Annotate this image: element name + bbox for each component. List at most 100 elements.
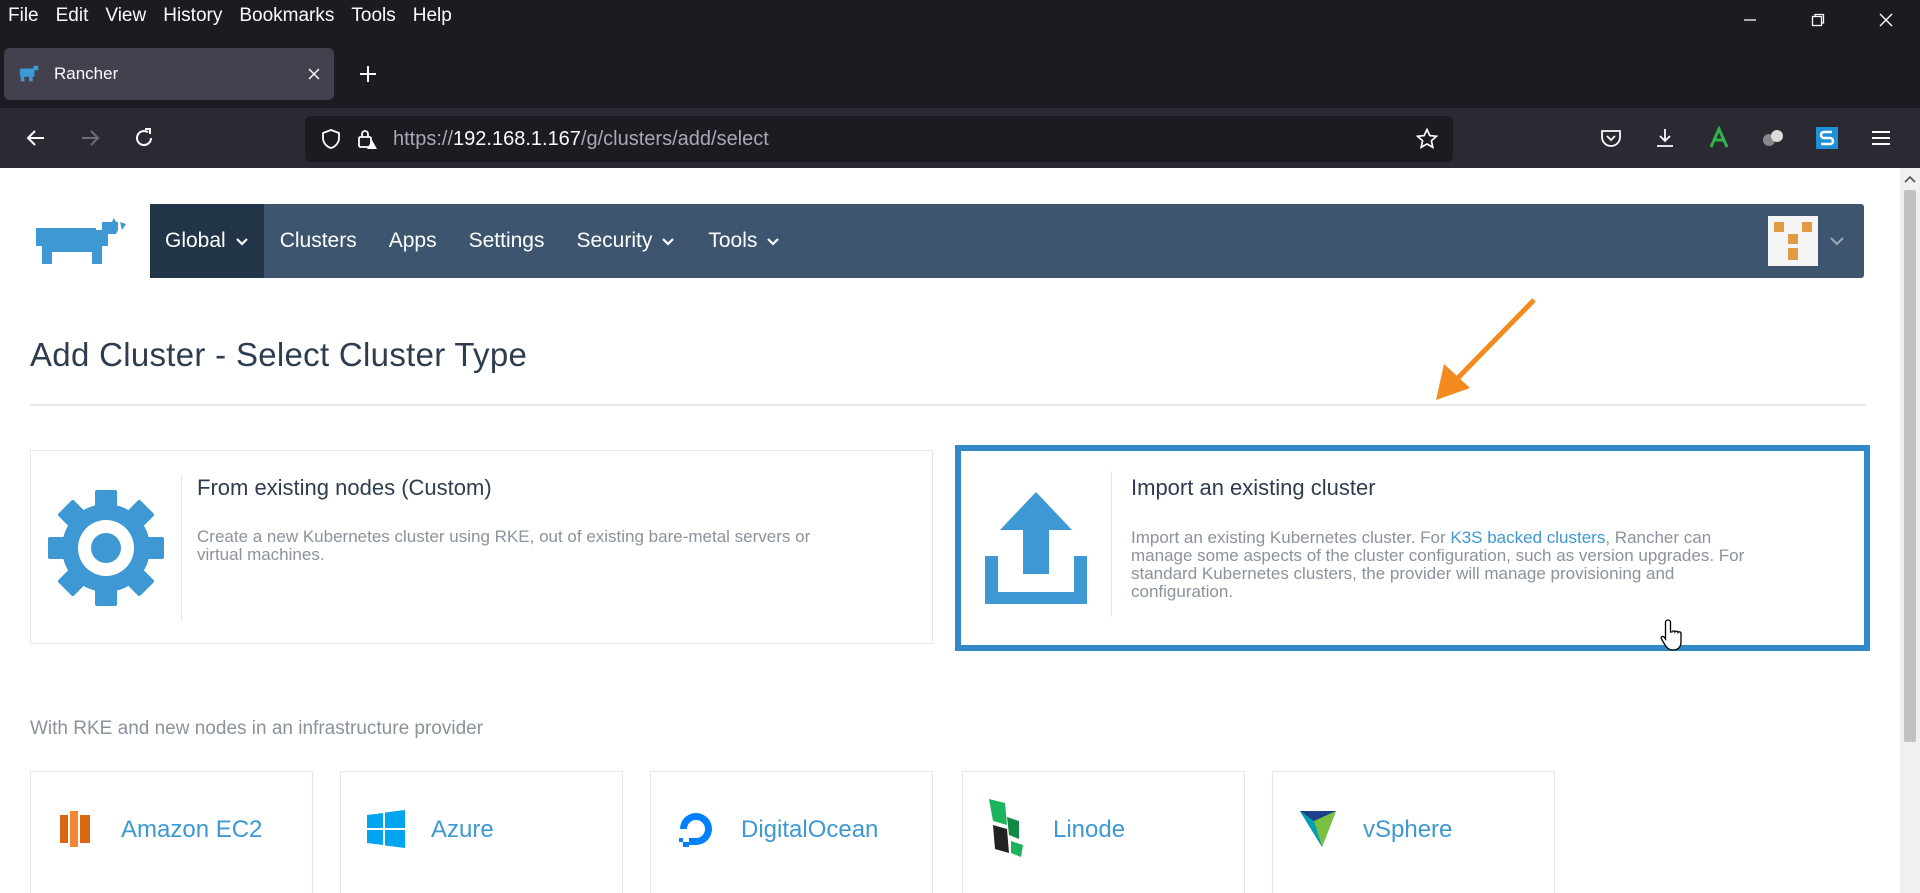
menu-help[interactable]: Help — [405, 0, 461, 32]
menu-history[interactable]: History — [155, 0, 231, 32]
nav-global-label: Global — [165, 229, 226, 252]
page-title: Add Cluster - Select Cluster Type — [30, 336, 528, 373]
menu-bookmarks[interactable]: Bookmarks — [231, 0, 343, 32]
windows-azure-icon — [361, 804, 411, 854]
provider-digitalocean[interactable]: DigitalOcean — [650, 771, 933, 893]
nav-apps[interactable]: Apps — [373, 204, 453, 278]
minimize-icon — [1744, 19, 1756, 21]
import-card-title: Import an existing cluster — [1131, 475, 1376, 500]
nav-global[interactable]: Global — [150, 204, 264, 278]
provider-vsphere[interactable]: vSphere — [1272, 771, 1555, 893]
menu-tools[interactable]: Tools — [343, 0, 404, 32]
extension-balls-button[interactable] — [1746, 118, 1800, 158]
linode-icon — [983, 799, 1033, 857]
reload-button[interactable] — [124, 118, 164, 158]
amazon-ec2-icon — [51, 804, 101, 854]
tab-bar: Rancher — [0, 32, 1920, 108]
custom-card-title: From existing nodes (Custom) — [197, 475, 492, 500]
green-a-extension-icon — [1709, 126, 1729, 148]
hand-cursor-icon — [1660, 619, 1682, 651]
forward-button[interactable] — [70, 118, 110, 158]
nav-settings[interactable]: Settings — [453, 204, 561, 278]
reload-icon — [136, 128, 153, 147]
chevron-down-icon — [662, 238, 675, 246]
toolbar-right — [1584, 118, 1908, 158]
nav-clusters[interactable]: Clusters — [264, 204, 373, 278]
nav-tools-label: Tools — [708, 229, 758, 252]
menu-view[interactable]: View — [97, 0, 155, 32]
tab-rancher[interactable]: Rancher — [4, 48, 334, 100]
url-text: https://192.168.1.167/g/clusters/add/sel… — [393, 127, 769, 150]
chevron-up-icon — [1904, 175, 1916, 183]
arrow-right-icon — [82, 130, 100, 146]
downloads-button[interactable] — [1638, 118, 1692, 158]
main-nav: Global Clusters Apps Settings Security T… — [150, 204, 1864, 278]
title-divider — [30, 404, 1866, 406]
extension-s-button[interactable] — [1800, 118, 1854, 158]
tab-close-button[interactable] — [294, 54, 334, 94]
nav-clusters-label: Clusters — [279, 229, 357, 252]
bookmark-star-icon[interactable] — [1409, 121, 1445, 157]
custom-nodes-card[interactable]: From existing nodes (Custom) Create a ne… — [30, 450, 933, 644]
provider-linode[interactable]: Linode — [962, 771, 1245, 893]
provider-amazon-ec2[interactable]: Amazon EC2 — [30, 771, 313, 893]
url-bar[interactable]: https://192.168.1.167/g/clusters/add/sel… — [305, 116, 1453, 162]
nav-security-label: Security — [576, 229, 653, 252]
digitalocean-label: DigitalOcean — [741, 816, 879, 843]
import-card-description: Import an existing Kubernetes cluster. F… — [1131, 528, 1745, 601]
vsphere-label: vSphere — [1363, 816, 1453, 843]
lock-warning-icon[interactable] — [349, 121, 385, 157]
shield-icon[interactable] — [313, 121, 349, 157]
user-menu[interactable] — [1768, 216, 1846, 266]
card-separator — [181, 475, 182, 621]
scroll-up-button[interactable] — [1900, 170, 1920, 188]
azure-label: Azure — [431, 816, 494, 843]
nav-settings-label: Settings — [468, 229, 545, 252]
digitalocean-icon — [671, 804, 721, 854]
browser-menubar: File Edit View History Bookmarks Tools H… — [0, 0, 1920, 32]
chevron-down-icon — [767, 238, 780, 246]
close-icon — [1879, 13, 1893, 27]
menu-edit[interactable]: Edit — [48, 0, 98, 32]
linode-label: Linode — [1053, 816, 1126, 843]
menu-file[interactable]: File — [0, 0, 48, 32]
gear-icon — [31, 451, 181, 645]
close-icon — [308, 68, 320, 80]
page-scrollbar[interactable] — [1900, 168, 1920, 893]
arrow-left-icon — [26, 130, 44, 146]
amazon-ec2-label: Amazon EC2 — [121, 816, 263, 843]
app-menu-button[interactable] — [1854, 118, 1908, 158]
scrollbar-thumb[interactable] — [1904, 190, 1916, 742]
download-icon — [1657, 129, 1673, 147]
page-viewport: Global Clusters Apps Settings Security T… — [0, 168, 1900, 893]
import-cluster-card[interactable]: Import an existing cluster Import an exi… — [955, 445, 1870, 651]
avatar — [1768, 216, 1818, 266]
upload-icon — [961, 451, 1111, 645]
tab-title: Rancher — [54, 64, 119, 83]
plus-icon — [360, 66, 376, 82]
k3s-link[interactable]: K3S backed clusters — [1450, 528, 1605, 547]
nav-security[interactable]: Security — [561, 204, 693, 278]
nav-apps-label: Apps — [388, 229, 437, 252]
pocket-button[interactable] — [1584, 118, 1638, 158]
card-separator — [1111, 471, 1112, 617]
nav-tools[interactable]: Tools — [692, 204, 797, 278]
pocket-icon — [1601, 130, 1621, 147]
vsphere-icon — [1293, 804, 1343, 854]
rancher-logo-icon[interactable] — [30, 218, 130, 266]
browser-toolbar: https://192.168.1.167/g/clusters/add/sel… — [0, 108, 1920, 168]
extension-a-button[interactable] — [1692, 118, 1746, 158]
custom-card-description: Create a new Kubernetes cluster using RK… — [197, 527, 811, 564]
spheres-extension-icon — [1763, 130, 1783, 146]
chevron-down-icon — [1830, 237, 1844, 246]
orange-arrow-annotation-icon — [1436, 298, 1536, 400]
rancher-favicon-icon — [19, 65, 39, 82]
chevron-down-icon — [235, 238, 248, 246]
provider-azure[interactable]: Azure — [340, 771, 623, 893]
new-tab-button[interactable] — [348, 54, 388, 94]
back-button[interactable] — [16, 118, 56, 158]
restore-icon — [1811, 13, 1825, 27]
hamburger-menu-icon — [1872, 131, 1890, 145]
s-extension-icon — [1816, 127, 1838, 149]
providers-heading: With RKE and new nodes in an infrastruct… — [30, 718, 484, 739]
